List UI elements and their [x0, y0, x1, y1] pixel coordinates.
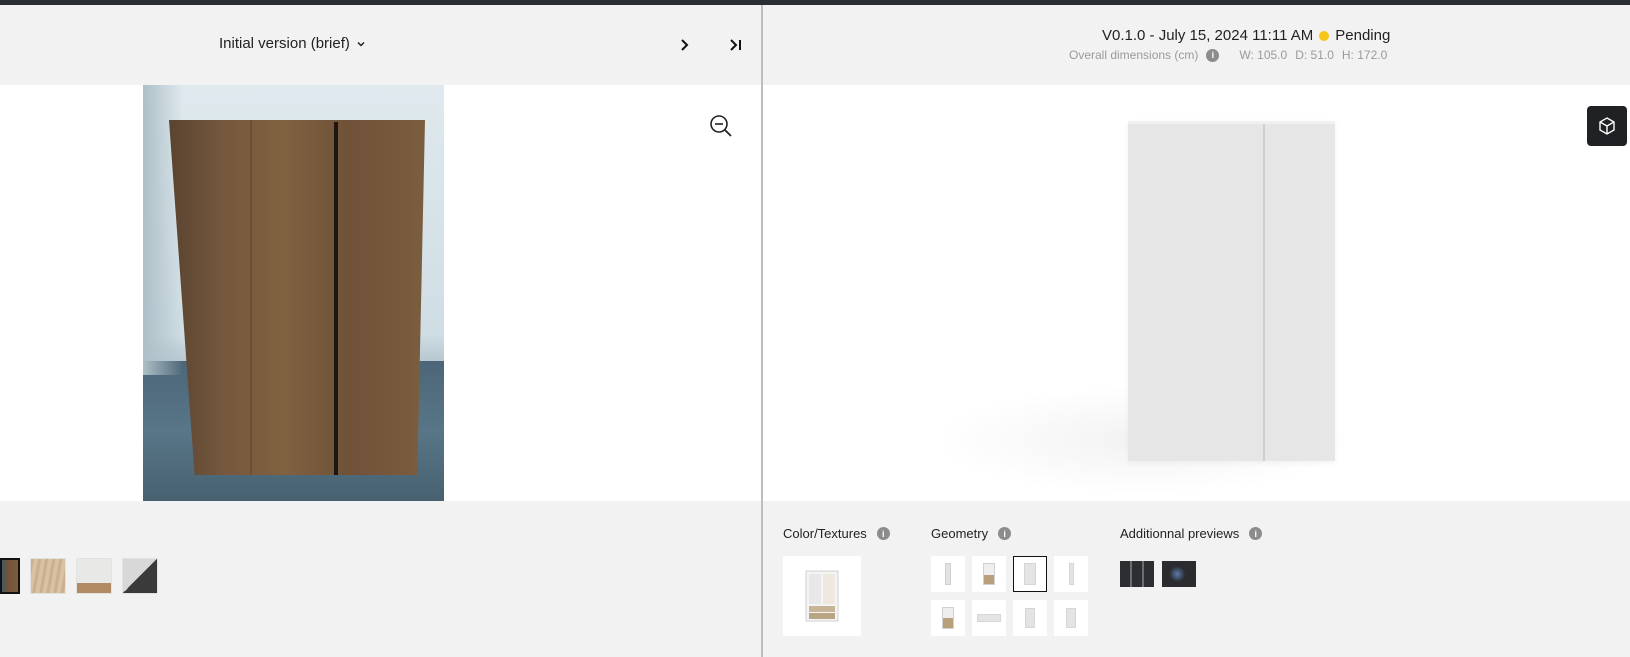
wardrobe-thumbnail-icon — [805, 570, 839, 622]
color-textures-label: Color/Textures — [783, 526, 867, 541]
preview-thumbnail[interactable] — [1162, 561, 1196, 587]
render-pane: V0.1.0 - July 15, 2024 11:11 AM Pending … — [763, 5, 1630, 657]
geometry-option[interactable] — [931, 556, 965, 592]
render-version: V0.1.0 - July 15, 2024 11:11 AM Pending — [1102, 27, 1390, 44]
view-3d-button[interactable] — [1587, 106, 1627, 146]
render-viewer[interactable] — [763, 85, 1630, 501]
info-icon[interactable]: i — [1206, 48, 1220, 62]
geometry-label: Geometry — [931, 526, 989, 541]
cube-icon — [1599, 117, 1615, 135]
reference-image-viewer — [0, 85, 761, 501]
additional-previews-title: Additionnal previews i — [1120, 526, 1263, 541]
thumbnail-wood-texture[interactable] — [30, 558, 66, 594]
chevron-down-icon — [357, 41, 365, 47]
overall-dimensions: Overall dimensions (cm) i W: 105.0 D: 51… — [1069, 48, 1387, 62]
reference-photo — [143, 85, 444, 501]
version-text: V0.1.0 - July 15, 2024 11:11 AM — [1102, 27, 1314, 44]
thumbnail-strip — [0, 558, 158, 594]
geometry-grid — [931, 556, 1088, 636]
next-button[interactable] — [672, 33, 696, 57]
texture-swatch[interactable] — [783, 556, 861, 636]
thumbnail-cardboard[interactable] — [0, 558, 20, 594]
dim-width: W: 105.0 — [1239, 48, 1288, 62]
reference-header: Initial version (brief) — [0, 5, 761, 85]
additional-previews-label: Additionnal previews — [1120, 526, 1240, 541]
geometry-option[interactable] — [972, 600, 1006, 636]
chevron-right-icon — [681, 39, 689, 51]
geometry-option[interactable] — [1013, 600, 1047, 636]
status-dot — [1319, 30, 1330, 41]
thumbnail-interior[interactable] — [122, 558, 158, 594]
thumbnail-room[interactable] — [76, 558, 112, 594]
render-header: V0.1.0 - July 15, 2024 11:11 AM Pending … — [763, 5, 1630, 85]
status-badge: Pending — [1335, 27, 1391, 44]
geometry-title: Geometry i — [931, 526, 1012, 541]
last-button[interactable] — [724, 33, 748, 57]
info-icon[interactable]: i — [876, 527, 890, 540]
reference-pane: Initial version (brief) — [0, 5, 761, 657]
version-dropdown-label: Initial version (brief) — [219, 35, 350, 52]
version-dropdown[interactable]: Initial version (brief) — [219, 35, 366, 52]
geometry-option-selected[interactable] — [1013, 556, 1047, 592]
preview-thumbnail[interactable] — [1120, 561, 1154, 587]
geometry-option[interactable] — [1054, 600, 1088, 636]
info-icon[interactable]: i — [1249, 527, 1263, 540]
dims-label: Overall dimensions (cm) — [1069, 48, 1199, 62]
geometry-option[interactable] — [1054, 556, 1088, 592]
zoom-out-icon — [710, 115, 732, 137]
dim-depth: D: 51.0 — [1295, 48, 1334, 62]
geometry-option[interactable] — [931, 600, 965, 636]
skip-to-last-icon — [730, 39, 741, 51]
zoom-out-button[interactable] — [708, 113, 734, 139]
color-textures-title: Color/Textures i — [783, 526, 890, 541]
geometry-option[interactable] — [972, 556, 1006, 592]
rendered-cabinet — [1128, 121, 1335, 461]
dim-height: H: 172.0 — [1341, 48, 1388, 62]
additional-previews — [1120, 561, 1196, 587]
info-icon[interactable]: i — [998, 527, 1012, 540]
